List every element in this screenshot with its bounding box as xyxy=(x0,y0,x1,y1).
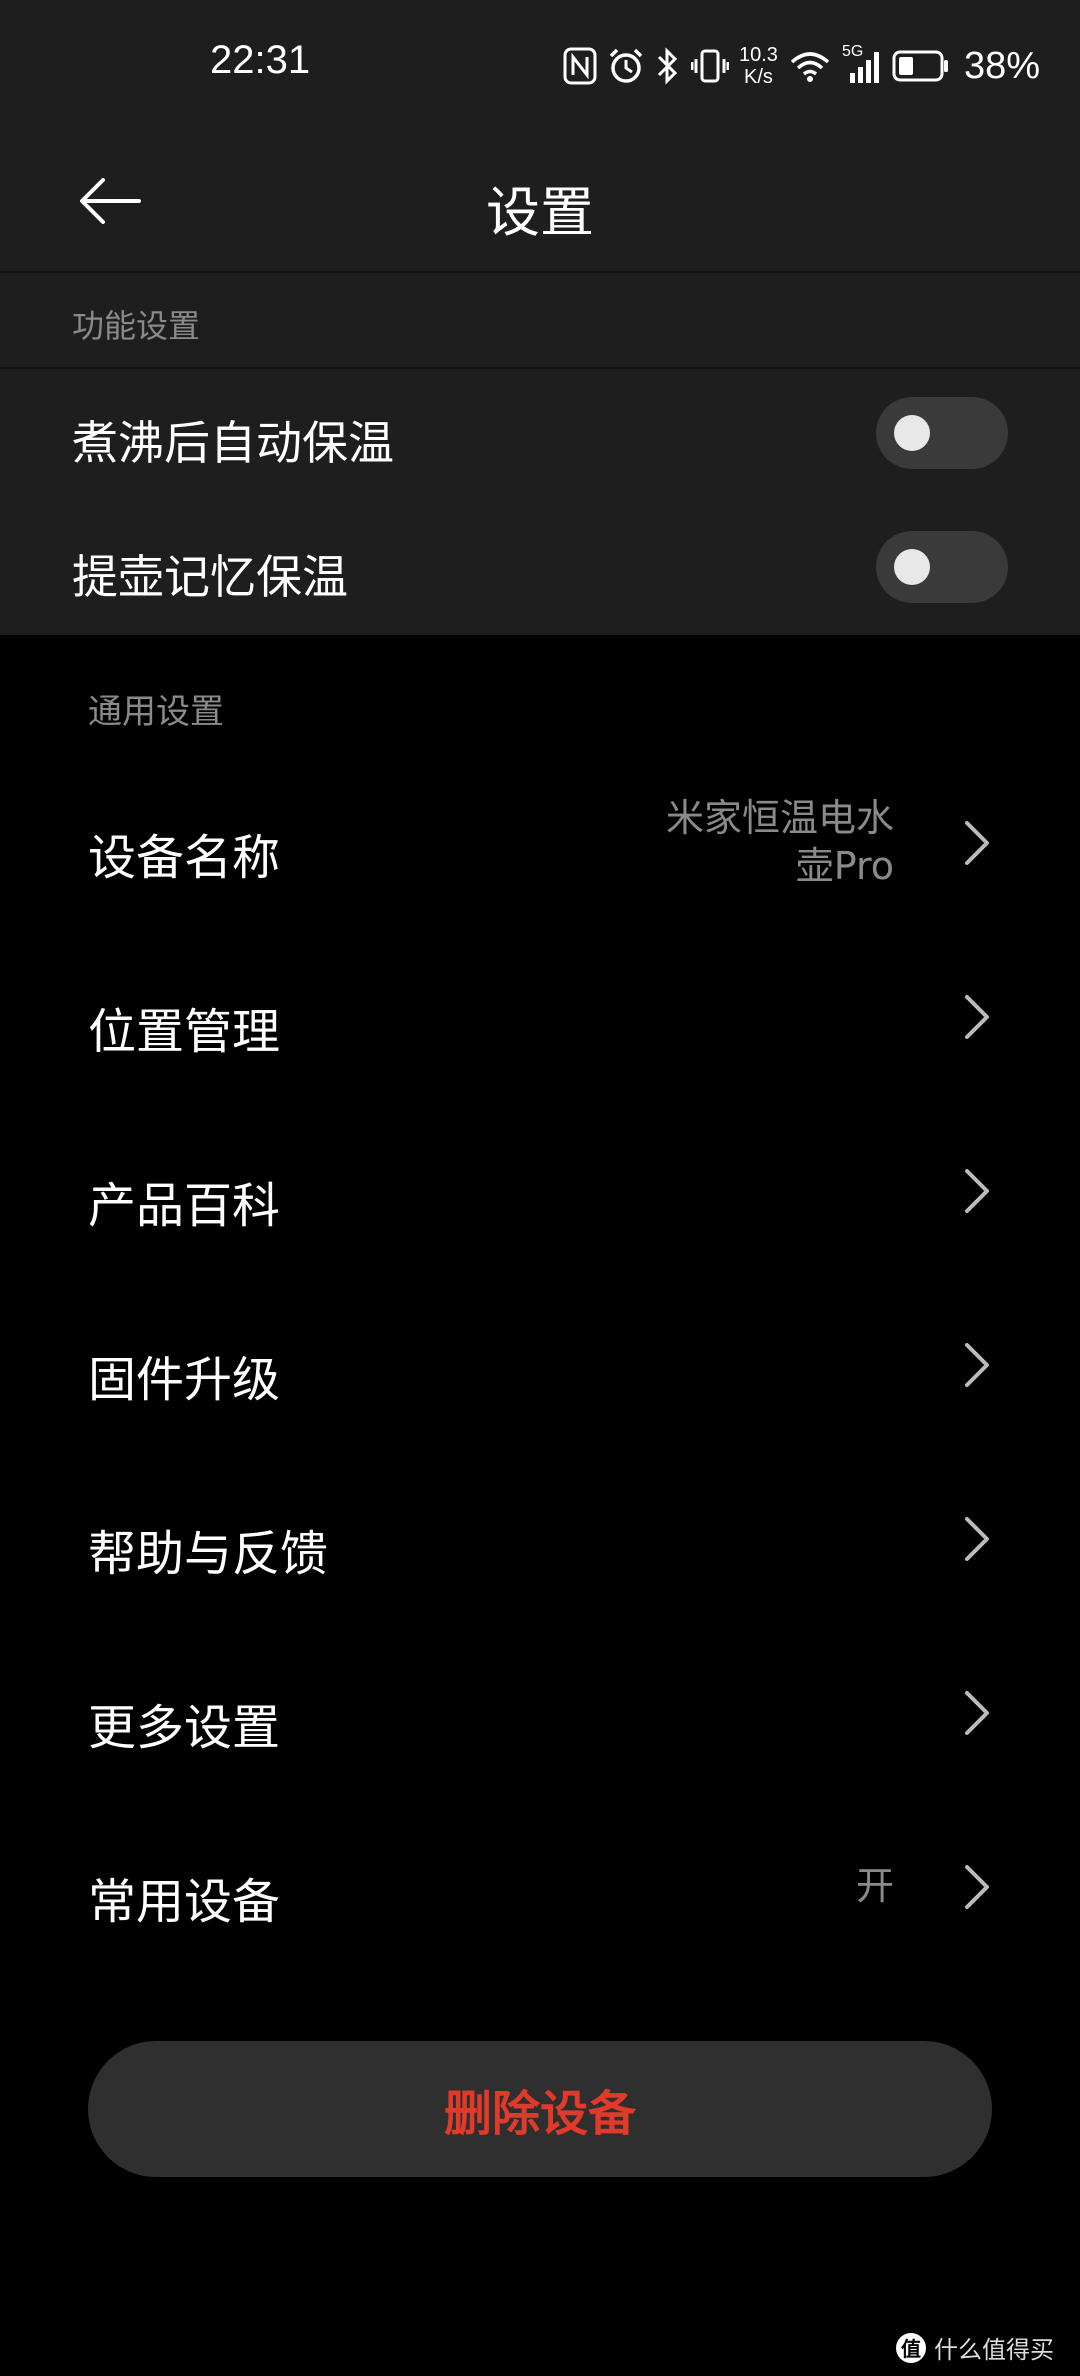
status-icons: 10.3 K/s 5G 38% xyxy=(563,36,1040,96)
wifi-icon xyxy=(788,44,832,88)
item-value: 米家恒温电水 壶Pro xyxy=(666,794,894,890)
general-settings-label: 通用设置 xyxy=(88,692,224,732)
toggle-row-auto-keep-warm: 煮沸后自动保温 xyxy=(0,369,1080,499)
delete-device-button[interactable]: 删除设备 xyxy=(88,2041,992,2177)
bluetooth-icon xyxy=(655,44,681,88)
chevron-right-icon xyxy=(965,1169,989,1213)
status-time: 22:31 xyxy=(210,38,311,82)
function-settings-section: 功能设置 煮沸后自动保温 提壶记忆保温 xyxy=(0,273,1080,635)
settings-item-help-feedback[interactable]: 帮助与反馈 xyxy=(0,1452,1080,1626)
lift-memory-keep-warm-toggle[interactable] xyxy=(876,531,1008,603)
chevron-right-icon xyxy=(965,1691,989,1735)
item-label: 固件升级 xyxy=(88,1352,281,1408)
chevron-right-icon xyxy=(965,995,989,1039)
auto-keep-warm-toggle[interactable] xyxy=(876,397,1008,469)
item-value-line1: 米家恒温电水 xyxy=(665,796,894,840)
toggle-row-lift-memory-keep-warm: 提壶记忆保温 xyxy=(0,503,1080,633)
network-speed: 10.3 K/s xyxy=(739,44,778,88)
chevron-right-icon xyxy=(965,1865,989,1909)
item-label: 位置管理 xyxy=(88,1004,281,1060)
function-settings-label: 功能设置 xyxy=(72,307,201,345)
item-value-line2: 壶Pro xyxy=(795,844,894,888)
page-title: 设置 xyxy=(486,181,594,244)
item-value: 开 xyxy=(855,1864,894,1908)
toggle-label: 煮沸后自动保温 xyxy=(72,416,394,470)
cellular-signal-icon: 5G xyxy=(842,44,882,88)
item-label: 产品百科 xyxy=(88,1178,281,1234)
toggle-label: 提壶记忆保温 xyxy=(72,550,348,604)
status-bar: 22:31 10.3 K/s 5G 38% xyxy=(0,0,1080,136)
settings-item-more-settings[interactable]: 更多设置 xyxy=(0,1626,1080,1800)
watermark-text: 什么值得买 xyxy=(934,2336,1054,2364)
chevron-right-icon xyxy=(965,1517,989,1561)
alarm-icon xyxy=(607,44,645,88)
settings-item-firmware-update[interactable]: 固件升级 xyxy=(0,1278,1080,1452)
watermark: 值 什么值得买 xyxy=(896,2330,1054,2365)
chevron-right-icon xyxy=(965,1343,989,1387)
network-speed-unit: K/s xyxy=(744,66,773,88)
settings-item-product-wiki[interactable]: 产品百科 xyxy=(0,1104,1080,1278)
toggle-knob xyxy=(894,415,930,451)
battery-percent: 38% xyxy=(963,44,1040,87)
app-header: 设置 xyxy=(0,136,1080,273)
chevron-right-icon xyxy=(965,821,989,865)
network-speed-value: 10.3 xyxy=(739,44,778,66)
item-label: 常用设备 xyxy=(88,1874,281,1930)
battery-icon xyxy=(892,44,950,88)
settings-screen: 22:31 10.3 K/s 5G 38% 设置 功能设置 煮沸后自动保温 提壶… xyxy=(0,0,1080,2376)
watermark-logo: 值 xyxy=(896,2332,926,2363)
settings-item-location[interactable]: 位置管理 xyxy=(0,930,1080,1104)
nfc-icon xyxy=(563,44,597,88)
item-label: 设备名称 xyxy=(88,830,281,886)
vibrate-icon xyxy=(691,44,729,88)
settings-item-device-name[interactable]: 设备名称 米家恒温电水 壶Pro xyxy=(0,756,1080,930)
settings-item-common-device[interactable]: 常用设备 开 xyxy=(0,1800,1080,1974)
signal-type-label: 5G xyxy=(841,43,864,60)
toggle-knob xyxy=(894,549,930,585)
item-label: 帮助与反馈 xyxy=(88,1526,329,1582)
item-label: 更多设置 xyxy=(88,1700,281,1756)
